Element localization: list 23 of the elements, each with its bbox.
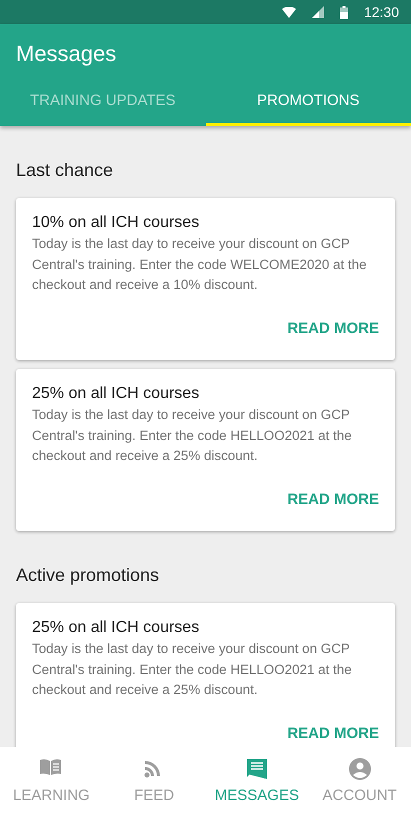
tab[interactable]: TRAINING UPDATES [0, 80, 206, 126]
section-heading: Active promotions [16, 564, 160, 587]
card-title: 25% on all ICH courses [32, 618, 200, 638]
card-text: Today is the last day to receive your discount on GCP Central's training. Enter the code WELCOME2020 at the checkout and receive a 10% discount. [32, 235, 368, 294]
battery-icon [340, 6, 348, 18]
account-icon [348, 757, 372, 781]
card-title: 25% on all ICH courses [32, 384, 200, 404]
nav-tab[interactable]: FEED [102, 747, 206, 823]
tab[interactable]: PROMOTIONS [206, 80, 411, 126]
section-heading: Last chance [16, 159, 114, 182]
clock-time: 12:30 [364, 2, 399, 22]
nav-tab[interactable]: LEARNING [0, 747, 103, 823]
read-more-button[interactable]: READ MORE [287, 722, 379, 745]
card-text: Today is the last day to receive your discount on GCP Central's training. Enter the code HELLOO2021 at the checkout and receive a 25% discount. [32, 640, 353, 699]
screen-title: Messages [15, 40, 118, 68]
read-more-button[interactable]: READ MORE [287, 318, 379, 340]
nav-tab[interactable]: ACCOUNT [308, 747, 411, 823]
card-title: 10% on all ICH courses [32, 213, 200, 233]
card-text: Today is the last day to receive your discount on GCP Central's training. Enter the code HELLOO2021 at the checkout and receive a 25% discount. [32, 406, 353, 465]
wifi-icon [282, 6, 296, 18]
read-more-button[interactable]: READ MORE [287, 488, 379, 511]
signal-icon [312, 6, 324, 18]
nav-tab[interactable]: MESSAGES [206, 747, 308, 823]
